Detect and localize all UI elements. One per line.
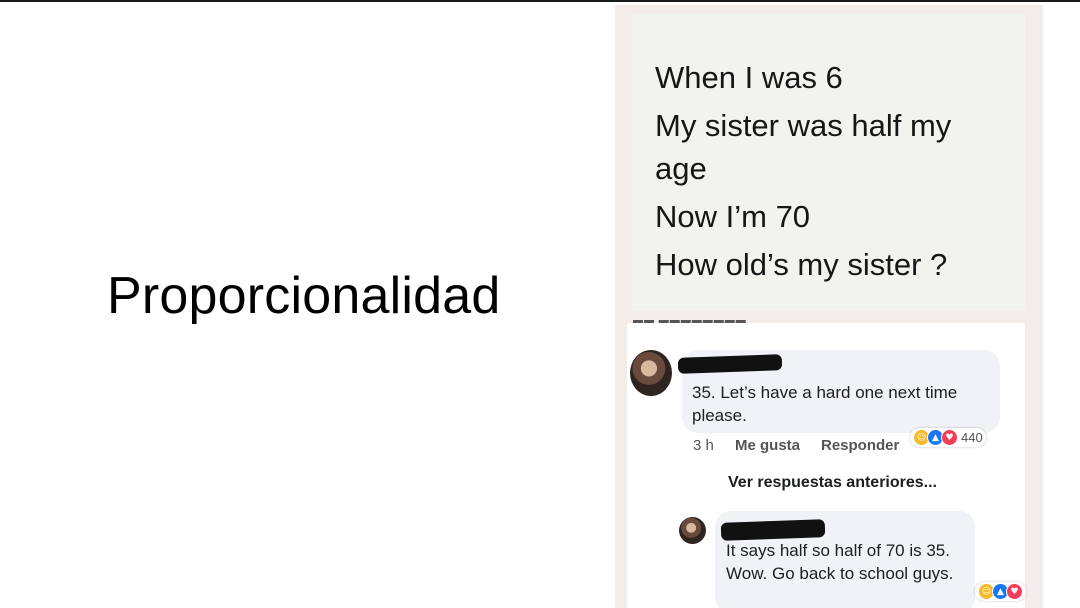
redacted-name xyxy=(720,519,826,541)
comment-text: 35. Let’s have a hard one next time plea… xyxy=(692,383,958,425)
reply-avatar[interactable] xyxy=(679,517,706,544)
cropped-heading: ▬▬ ▬▬▬▬▬▬▬▬ xyxy=(633,317,747,325)
question-line-3: age xyxy=(655,151,707,186)
question-card: When I was 6 My sister was half my age N… xyxy=(632,14,1025,311)
reply-reaction-summary[interactable]: ☺ ▲ ♥ xyxy=(975,582,1026,601)
reply-bubble: It says half so half of 70 is 35. Wow. G… xyxy=(715,511,975,608)
question-line-4: Now I’m 70 xyxy=(655,199,811,234)
like-link[interactable]: Me gusta xyxy=(735,437,800,454)
meme-screenshot: When I was 6 My sister was half my age N… xyxy=(615,5,1043,608)
comment-time[interactable]: 3 h xyxy=(693,437,714,454)
redacted-name xyxy=(677,354,783,374)
question-line-5: How old’s my sister ? xyxy=(655,247,948,282)
reply-link[interactable]: Responder xyxy=(821,437,899,454)
reaction-summary[interactable]: ☺ ▲ ♥ 440 xyxy=(910,428,986,447)
love-icon: ♥ xyxy=(1006,583,1023,600)
view-previous-replies-link[interactable]: Ver respuestas anteriores... xyxy=(728,474,937,492)
top-border-line xyxy=(0,0,1080,2)
reaction-count: 440 xyxy=(961,430,983,445)
love-icon: ♥ xyxy=(941,429,958,446)
slide-title: Proporcionalidad xyxy=(107,267,501,325)
question-line-1: When I was 6 xyxy=(655,60,843,95)
commenter-avatar[interactable] xyxy=(630,350,672,396)
comment-bubble: 35. Let’s have a hard one next time plea… xyxy=(677,350,1000,433)
comments-panel: ▬▬ ▬▬▬▬▬▬▬▬ 35. Let’s have a hard one ne… xyxy=(627,317,1026,608)
question-line-2: My sister was half my xyxy=(655,108,952,143)
reply-text: It says half so half of 70 is 35. Wow. G… xyxy=(726,541,954,583)
